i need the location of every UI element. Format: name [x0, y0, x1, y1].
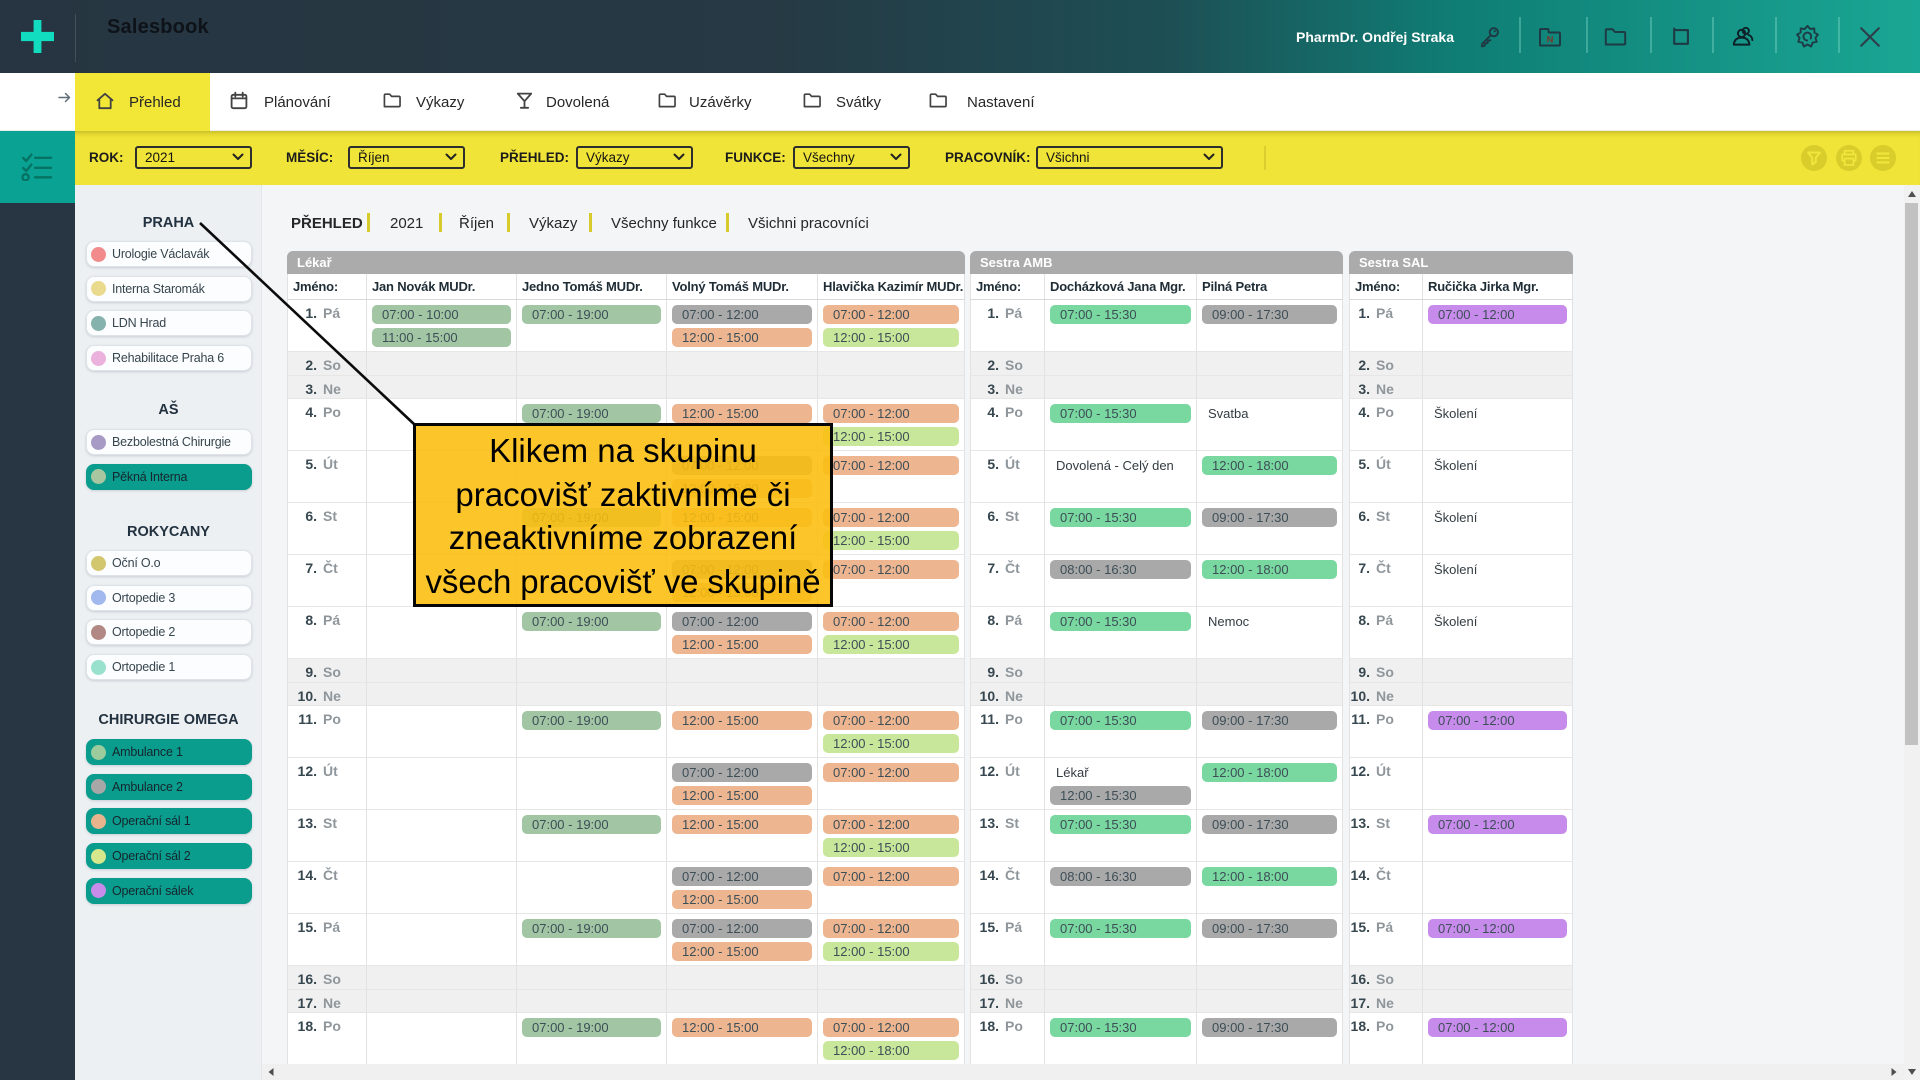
svg-text:N: N [1547, 34, 1554, 45]
